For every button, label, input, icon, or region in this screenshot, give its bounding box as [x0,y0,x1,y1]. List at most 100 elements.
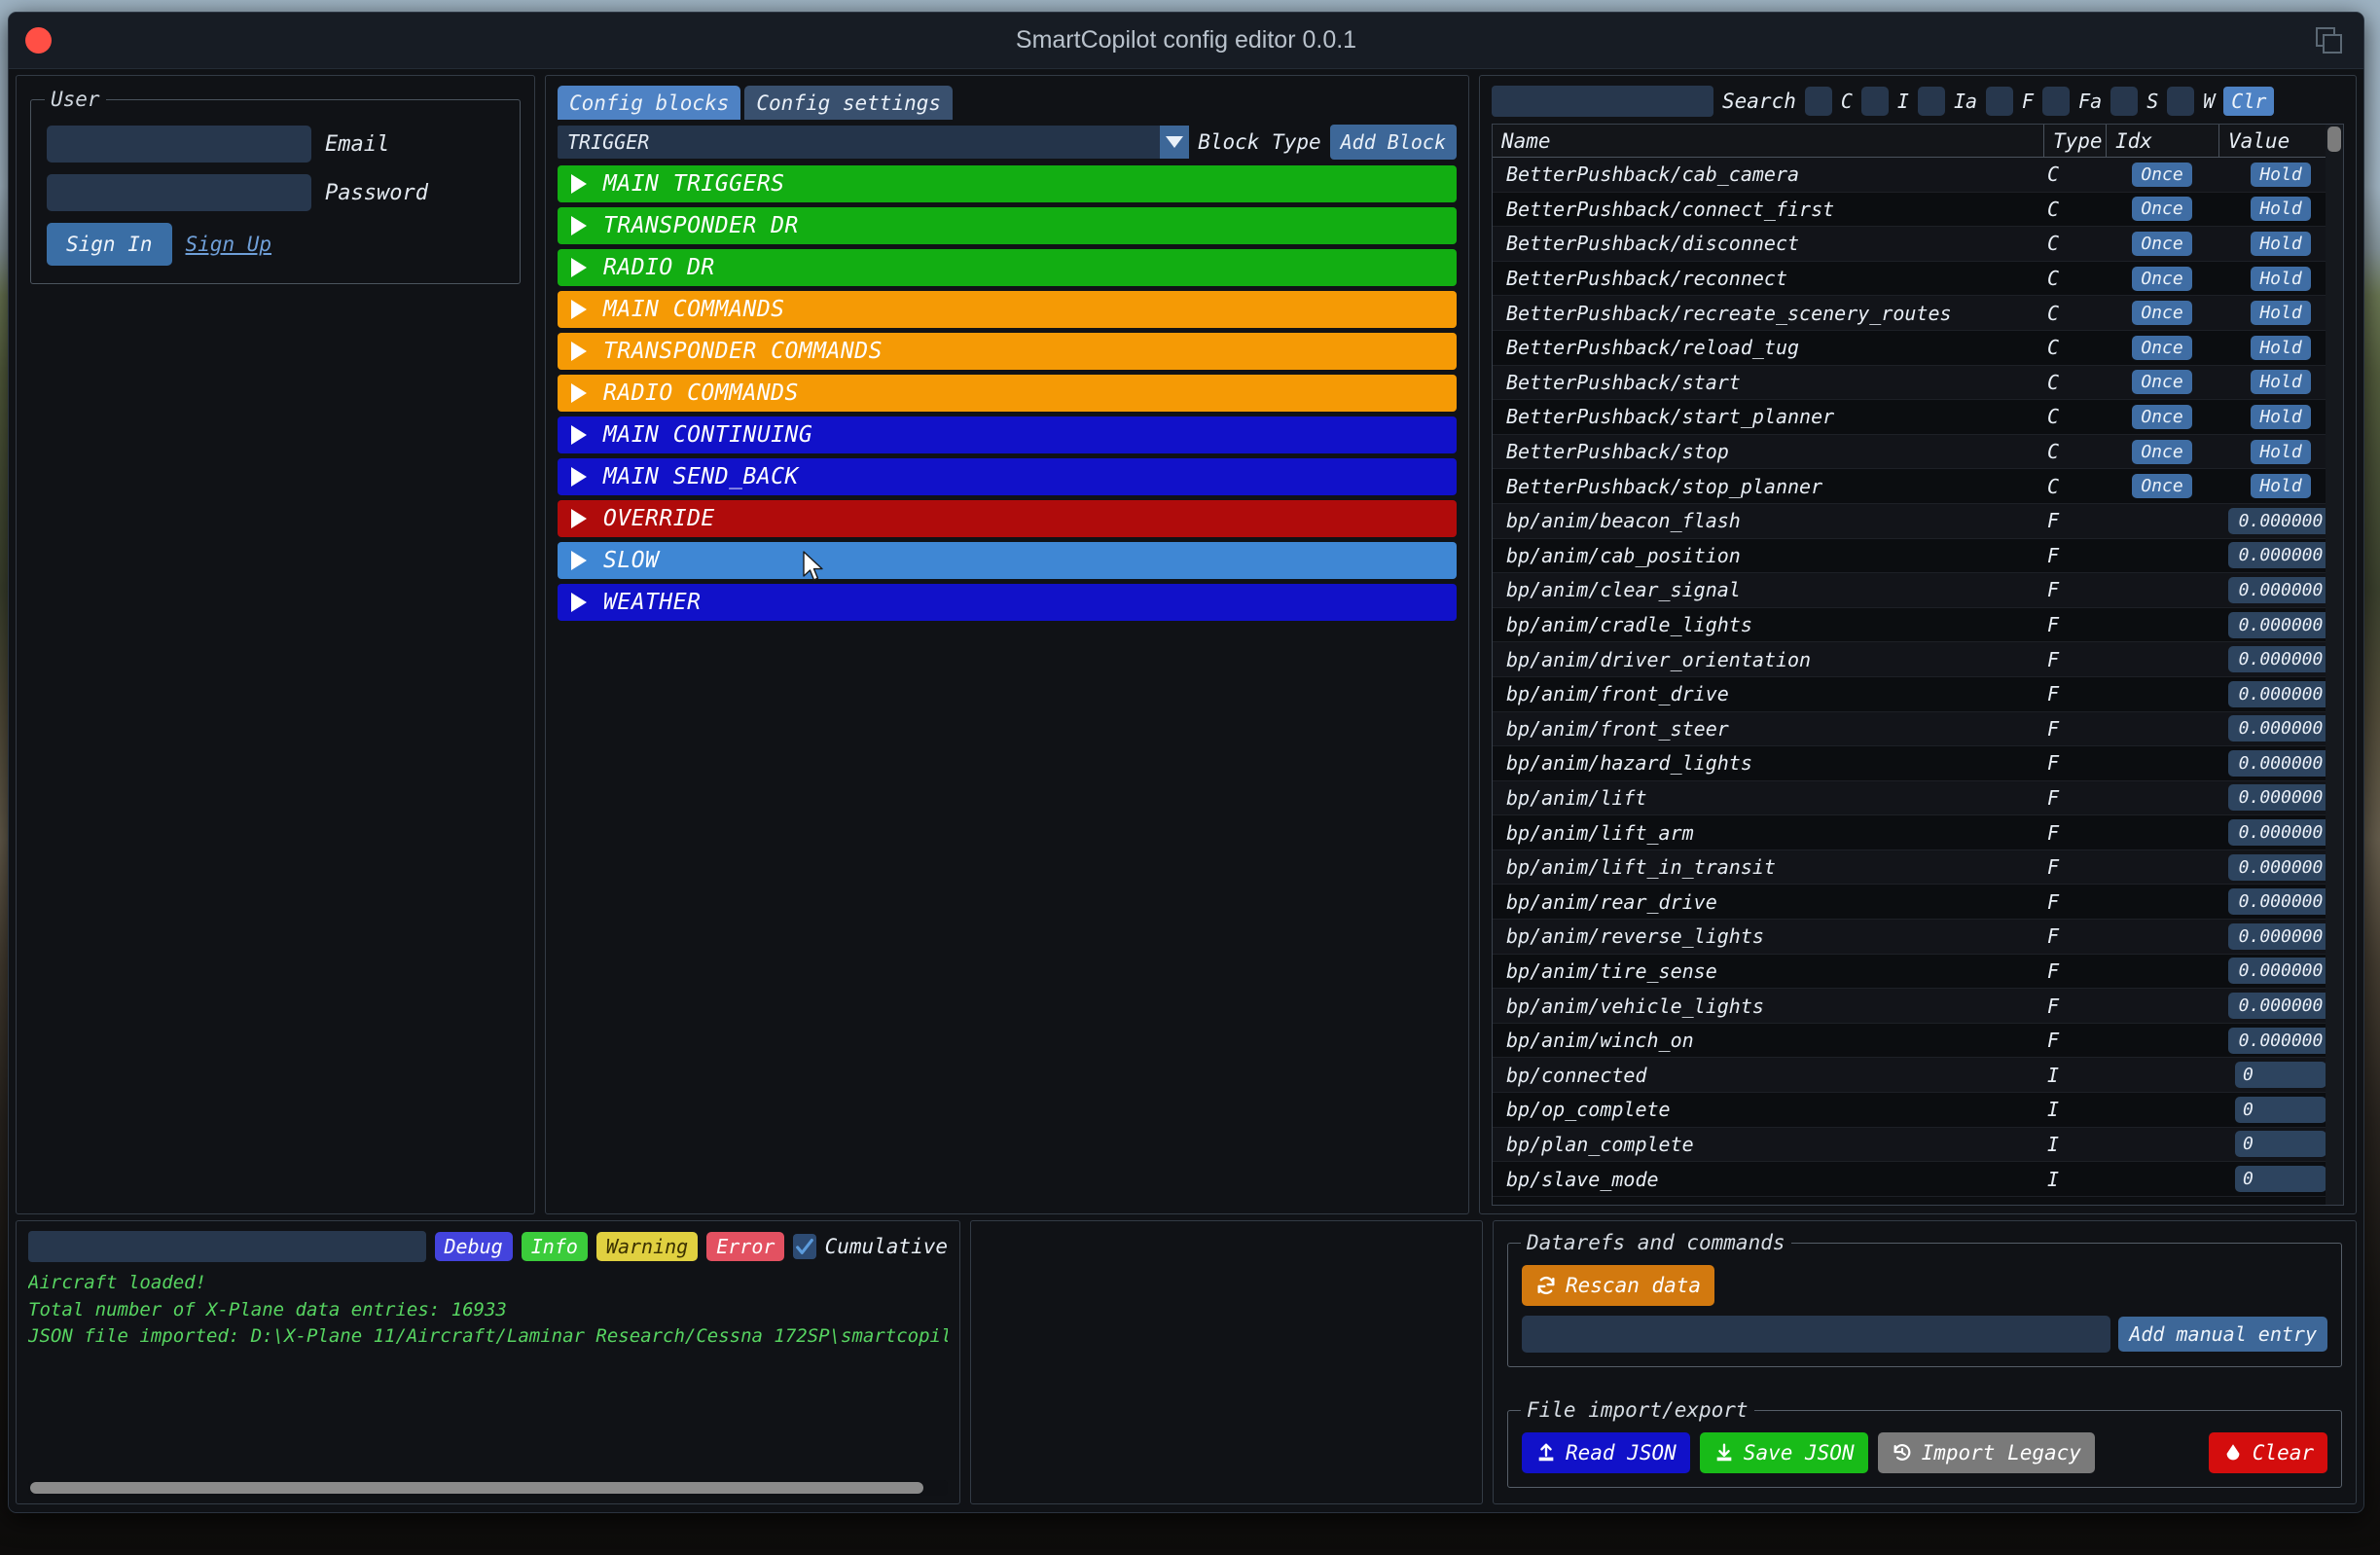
hold-button[interactable]: Hold [2251,335,2311,360]
table-row[interactable]: BetterPushback/stop C Once Hold [1493,434,2343,470]
restore-window-icon[interactable] [2315,26,2344,55]
table-row[interactable]: bp/anim/winch_on F 0.000000 [1493,1023,2343,1059]
table-row[interactable]: bp/anim/lift_in_transit F 0.000000 [1493,850,2343,886]
hold-button[interactable]: Hold [2251,231,2311,256]
column-header-type[interactable]: Type [2043,125,2106,157]
once-button[interactable]: Once [2132,162,2192,187]
dataref-value-field[interactable]: 0.000000 [2228,542,2333,569]
dataref-value-field[interactable]: 0.000000 [2228,958,2333,985]
table-row[interactable]: BetterPushback/reconnect C Once Hold [1493,261,2343,297]
hold-button[interactable]: Hold [2251,266,2311,291]
once-button[interactable]: Once [2132,197,2192,222]
search-flag-checkbox-w[interactable] [2167,87,2195,116]
search-input[interactable] [1492,86,1713,117]
triangle-right-icon[interactable] [571,383,587,403]
search-flag-checkbox-s[interactable] [2110,87,2139,116]
hold-button[interactable]: Hold [2251,370,2311,395]
table-row[interactable]: bp/anim/lift F 0.000000 [1493,780,2343,816]
once-button[interactable]: Once [2132,266,2192,291]
table-row[interactable]: BetterPushback/connect_first C Once Hold [1493,192,2343,228]
dataref-value-field[interactable]: 0.000000 [2228,993,2333,1020]
table-row[interactable]: BetterPushback/disconnect C Once Hold [1493,227,2343,262]
dataref-value-field[interactable]: 0.000000 [2228,646,2333,673]
block-type-select[interactable]: TRIGGER [558,126,1190,159]
hold-button[interactable]: Hold [2251,301,2311,326]
table-row[interactable]: BetterPushback/cab_camera C Once Hold [1493,158,2343,193]
config-block-radio-commands[interactable]: RADIO COMMANDS [558,375,1457,412]
clear-search-button[interactable]: Clr [2223,87,2275,116]
table-row[interactable]: bp/anim/rear_drive F 0.000000 [1493,885,2343,921]
dataref-value-field[interactable]: 0.000000 [2228,611,2333,638]
table-row[interactable]: bp/anim/front_drive F 0.000000 [1493,676,2343,712]
manual-entry-input[interactable] [1522,1316,2111,1353]
log-level-debug-button[interactable]: Debug [434,1232,513,1261]
triangle-right-icon[interactable] [571,300,587,319]
search-flag-checkbox-i[interactable] [1860,87,1889,116]
once-button[interactable]: Once [2132,404,2192,429]
table-scroll-thumb[interactable] [2327,127,2341,152]
table-row[interactable]: bp/anim/cradle_lights F 0.000000 [1493,607,2343,643]
search-flag-checkbox-f[interactable] [1986,87,2014,116]
log-level-info-button[interactable]: Info [521,1232,588,1261]
table-row[interactable]: bp/anim/hazard_lights F 0.000000 [1493,746,2343,781]
table-row[interactable]: BetterPushback/start C Once Hold [1493,365,2343,401]
once-button[interactable]: Once [2132,301,2192,326]
triangle-right-icon[interactable] [571,467,587,487]
column-header-value[interactable]: Value [2218,125,2343,157]
column-header-name[interactable]: Name [1493,125,2043,157]
triangle-right-icon[interactable] [571,509,587,528]
hold-button[interactable]: Hold [2251,162,2311,187]
log-horizontal-scrollbar[interactable] [28,1480,948,1496]
config-block-main-send-back[interactable]: MAIN SEND_BACK [558,458,1457,495]
once-button[interactable]: Once [2132,439,2192,464]
table-row[interactable]: BetterPushback/recreate_scenery_routes C O… [1493,296,2343,331]
rescan-data-button[interactable]: Rescan data [1522,1265,1715,1306]
hold-button[interactable]: Hold [2251,197,2311,222]
once-button[interactable]: Once [2132,335,2192,360]
table-row[interactable]: bp/plan_complete I 0 [1493,1127,2343,1163]
table-row[interactable]: bp/anim/lift_arm F 0.000000 [1493,815,2343,850]
table-row[interactable]: bp/anim/tire_sense F 0.000000 [1493,954,2343,990]
triangle-right-icon[interactable] [571,425,587,445]
dataref-value-field[interactable]: 0.000000 [2228,819,2333,847]
sign-in-button[interactable]: Sign In [47,223,172,266]
chevron-down-icon[interactable] [1160,126,1190,159]
table-row[interactable]: bp/anim/cab_position F 0.000000 [1493,538,2343,574]
table-row[interactable]: bp/connected I 0 [1493,1058,2343,1094]
table-row[interactable]: BetterPushback/reload_tug C Once Hold [1493,330,2343,366]
table-row[interactable]: BetterPushback/start_planner C Once Hold [1493,400,2343,435]
once-button[interactable]: Once [2132,370,2192,395]
log-scroll-thumb[interactable] [30,1482,923,1494]
dataref-value-field[interactable]: 0.000000 [2228,507,2333,534]
save-json-button[interactable]: Save JSON [1699,1432,1868,1473]
dataref-value-field[interactable]: 0.000000 [2228,576,2333,603]
table-row[interactable]: BetterPushback/stop_planner C Once Hold [1493,469,2343,504]
import-legacy-button[interactable]: Import Legacy [1877,1432,2095,1473]
config-block-radio-dr[interactable]: RADIO DR [558,249,1457,286]
dataref-value-field[interactable]: 0 [2235,1131,2326,1158]
dataref-value-field[interactable]: 0.000000 [2228,715,2333,742]
read-json-button[interactable]: Read JSON [1522,1432,1690,1473]
hold-button[interactable]: Hold [2251,439,2311,464]
add-manual-entry-button[interactable]: Add manual entry [2118,1317,2327,1352]
log-filter-input[interactable] [28,1231,426,1262]
config-block-slow[interactable]: SLOW [558,542,1457,579]
password-field[interactable] [47,174,311,211]
dataref-value-field[interactable]: 0.000000 [2228,749,2333,777]
config-block-main-commands[interactable]: MAIN COMMANDS [558,291,1457,328]
tab-config-blocks[interactable]: Config blocks [558,86,741,120]
dataref-value-field[interactable]: 0 [2235,1096,2326,1123]
config-block-main-continuing[interactable]: MAIN CONTINUING [558,416,1457,453]
config-block-override[interactable]: OVERRIDE [558,500,1457,537]
dataref-value-field[interactable]: 0.000000 [2228,680,2333,707]
search-flag-checkbox-ia[interactable] [1917,87,1945,116]
search-flag-checkbox-fa[interactable] [2042,87,2071,116]
triangle-right-icon[interactable] [571,216,587,235]
cumulative-checkbox[interactable] [793,1234,816,1259]
triangle-right-icon[interactable] [571,174,587,194]
table-row[interactable]: bp/anim/reverse_lights F 0.000000 [1493,920,2343,955]
log-level-warning-button[interactable]: Warning [595,1232,699,1261]
table-row[interactable]: bp/slave_mode I 0 [1493,1162,2343,1197]
triangle-right-icon[interactable] [571,342,587,361]
dataref-value-field[interactable]: 0.000000 [2228,1027,2333,1054]
